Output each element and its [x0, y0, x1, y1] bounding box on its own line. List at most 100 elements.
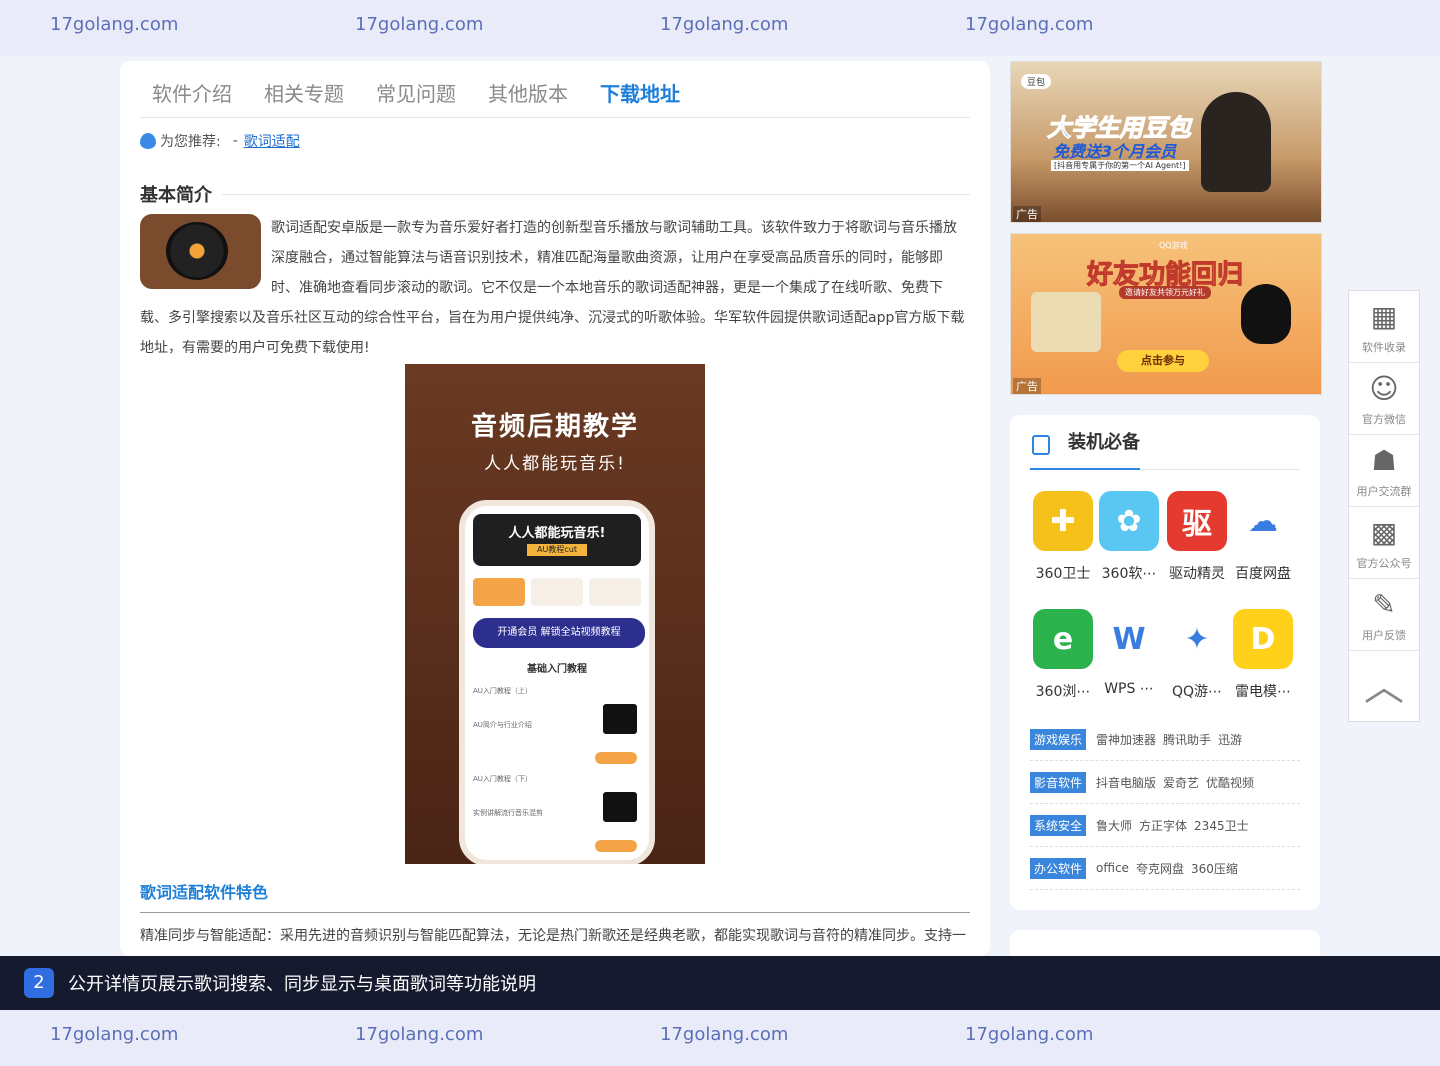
app-icon — [140, 214, 261, 289]
phone-row-title: AU入门教程（下） — [473, 775, 532, 783]
category-tag[interactable]: 办公软件 — [1030, 857, 1087, 879]
tab-download[interactable]: 下载地址 — [588, 61, 692, 118]
watermark-text: 17golang.com — [965, 1024, 1094, 1045]
toolbar-label: 软件收录 — [1362, 341, 1406, 354]
ad-label: 广告 — [1013, 378, 1041, 394]
software-submit-button[interactable]: ▦ 软件收录 — [1349, 291, 1419, 363]
category-row: 游戏娱乐 雷神加速器 腾讯助手 迅游 — [1030, 718, 1300, 761]
intro-block: 歌词适配安卓版是一款专为音乐爱好者打造的创新型音乐播放与歌词辅助工具。该软件致力… — [140, 213, 970, 363]
app-item[interactable]: W WPS ⋯ — [1096, 609, 1162, 697]
category-link[interactable]: 夸克网盘 — [1136, 860, 1184, 877]
app-item[interactable]: ✚ 360卫士 — [1030, 491, 1096, 583]
app-label: 百度网盘 — [1235, 566, 1291, 582]
divider — [140, 912, 970, 913]
category-link[interactable]: office — [1096, 861, 1129, 875]
section-title-intro: 基本简介 — [140, 181, 970, 207]
watermark-text: 17golang.com — [355, 14, 484, 35]
recommend-separator: - — [232, 133, 238, 149]
category-link[interactable]: 2345卫士 — [1194, 817, 1249, 834]
driver-icon: 驱 — [1167, 491, 1227, 551]
penguin-icon: ✦ — [1167, 609, 1227, 669]
watermark-text: 17golang.com — [660, 1024, 789, 1045]
phone-pill — [595, 752, 637, 764]
grid-icon: ▦ — [1370, 300, 1398, 333]
official-account-button[interactable]: ▩ 官方公众号 — [1349, 507, 1419, 579]
screenshot-image: 音频后期教学 人人都能玩音乐! 人人都能玩音乐! AU教程cut 开通会员 解锁… — [405, 364, 705, 864]
category-tag[interactable]: 系统安全 — [1030, 814, 1087, 836]
ad-banner-doubao[interactable]: 豆包 大学生用豆包 免费送3个月会员 [抖音用专属于你的第一个AI Agent!… — [1010, 61, 1322, 223]
app-label: 雷电模⋯ — [1235, 684, 1291, 700]
recommend-label: 为您推荐: — [160, 134, 221, 150]
category-tag[interactable]: 影音软件 — [1030, 771, 1087, 793]
toolbar-label: 官方公众号 — [1356, 557, 1412, 570]
category-link[interactable]: 雷神加速器 — [1096, 731, 1156, 748]
flower-icon: ✿ — [1099, 491, 1159, 551]
phone-tiles — [473, 578, 641, 606]
chat-bubble-icon: ☺ — [1369, 372, 1399, 405]
phone-banner: 人人都能玩音乐! AU教程cut — [473, 514, 641, 566]
category-link[interactable]: 鲁大师 — [1096, 817, 1132, 834]
ad-banner-qqgame[interactable]: QQ游戏 好友功能回归 邀请好友共领万元好礼 点击参与 广告 — [1010, 233, 1322, 395]
retro-pc-image — [1031, 292, 1101, 352]
phone-row-title: AU入门教程（上） — [473, 687, 532, 695]
app-item[interactable]: D 雷电模⋯ — [1230, 609, 1296, 701]
ad-brand: 豆包 — [1021, 74, 1052, 89]
poster-subtitle: 人人都能玩音乐! — [484, 454, 626, 474]
category-link[interactable]: 爱奇艺 — [1163, 774, 1199, 791]
app-label: 驱动精灵 — [1169, 566, 1225, 582]
app-item[interactable]: ✦ QQ游⋯ — [1164, 609, 1230, 701]
ad-person-image — [1201, 92, 1271, 192]
tab-faq[interactable]: 常见问题 — [364, 61, 468, 118]
phone-thumb — [603, 792, 637, 822]
recommend-row: 为您推荐: - 歌词适配 — [140, 131, 300, 151]
cloud-icon: ☁ — [1233, 491, 1293, 551]
category-tag[interactable]: 游戏娱乐 — [1030, 728, 1087, 750]
qr-code-icon: ▩ — [1370, 516, 1398, 549]
features-title: 歌词适配软件特色 — [140, 883, 269, 902]
category-row: 影音软件 抖音电脑版 爱奇艺 优酷视频 — [1030, 761, 1300, 804]
watermark-text: 17golang.com — [355, 1024, 484, 1045]
category-link[interactable]: 360压缩 — [1191, 860, 1238, 877]
vinyl-disc-icon — [166, 222, 228, 280]
step-number-badge: 2 — [24, 968, 54, 998]
user-group-button[interactable]: ☗ 用户交流群 — [1349, 435, 1419, 507]
phone-banner-badge: AU教程cut — [527, 544, 587, 556]
ad-cta-button[interactable]: 点击参与 — [1117, 350, 1209, 372]
app-label: QQ游⋯ — [1171, 684, 1223, 700]
back-to-top-button[interactable]: ︿ — [1349, 651, 1419, 723]
phone-heading: 基础入门教程 — [527, 664, 587, 675]
app-label: 360浏⋯ — [1035, 684, 1091, 700]
ad-subheadline: 免费送3个月会员 — [1053, 142, 1177, 161]
phone-pill — [595, 840, 637, 852]
phone-mockup: 人人都能玩音乐! AU教程cut 开通会员 解锁全站视频教程 基础入门教程 AU… — [459, 500, 655, 864]
section-title-text: 基本简介 — [140, 185, 212, 206]
app-item[interactable]: 驱驱动精灵 — [1164, 491, 1230, 583]
watermark-bar-top: 17golang.com 17golang.com 17golang.com 1… — [0, 0, 1440, 56]
category-row: 系统安全 鲁大师 方正字体 2345卫士 — [1030, 804, 1300, 847]
tab-other-versions[interactable]: 其他版本 — [476, 61, 580, 118]
panel-header: 装机必备 — [1030, 415, 1300, 470]
fire-icon — [140, 133, 156, 149]
recommend-link[interactable]: 歌词适配 — [244, 131, 300, 151]
essential-software-panel: 装机必备 ✚ 360卫士 ✿ 360软⋯ 驱驱动精灵 ☁ 百度网盘 e 360浏⋯ W WPS ⋯ ✦… — [1010, 415, 1320, 910]
app-item[interactable]: e 360浏⋯ — [1030, 609, 1096, 701]
app-item[interactable]: ☁ 百度网盘 — [1230, 491, 1296, 583]
category-link[interactable]: 优酷视频 — [1206, 774, 1254, 791]
caption-banner: 2 公开详情页展示歌词搜索、同步显示与桌面歌词等功能说明 — [0, 956, 1440, 1010]
wps-icon: W — [1099, 609, 1159, 669]
category-row: 办公软件 office 夸克网盘 360压缩 — [1030, 847, 1300, 890]
tab-topics[interactable]: 相关专题 — [252, 61, 356, 118]
category-link[interactable]: 方正字体 — [1139, 817, 1187, 834]
tab-intro[interactable]: 软件介绍 — [140, 61, 244, 118]
app-label: 360软⋯ — [1101, 566, 1157, 582]
category-link[interactable]: 腾讯助手 — [1163, 731, 1211, 748]
thunder-icon: D — [1233, 609, 1293, 669]
poster-title: 音频后期教学 — [470, 412, 639, 442]
category-link[interactable]: 迅游 — [1218, 731, 1242, 748]
feedback-button[interactable]: ✎ 用户反馈 — [1349, 579, 1419, 651]
plus-shield-icon: ✚ — [1033, 491, 1093, 551]
wechat-button[interactable]: ☺ 官方微信 — [1349, 363, 1419, 435]
app-item[interactable]: ✿ 360软⋯ — [1096, 491, 1162, 583]
phone-vip-banner: 开通会员 解锁全站视频教程 — [473, 618, 645, 648]
category-link[interactable]: 抖音电脑版 — [1096, 774, 1156, 791]
